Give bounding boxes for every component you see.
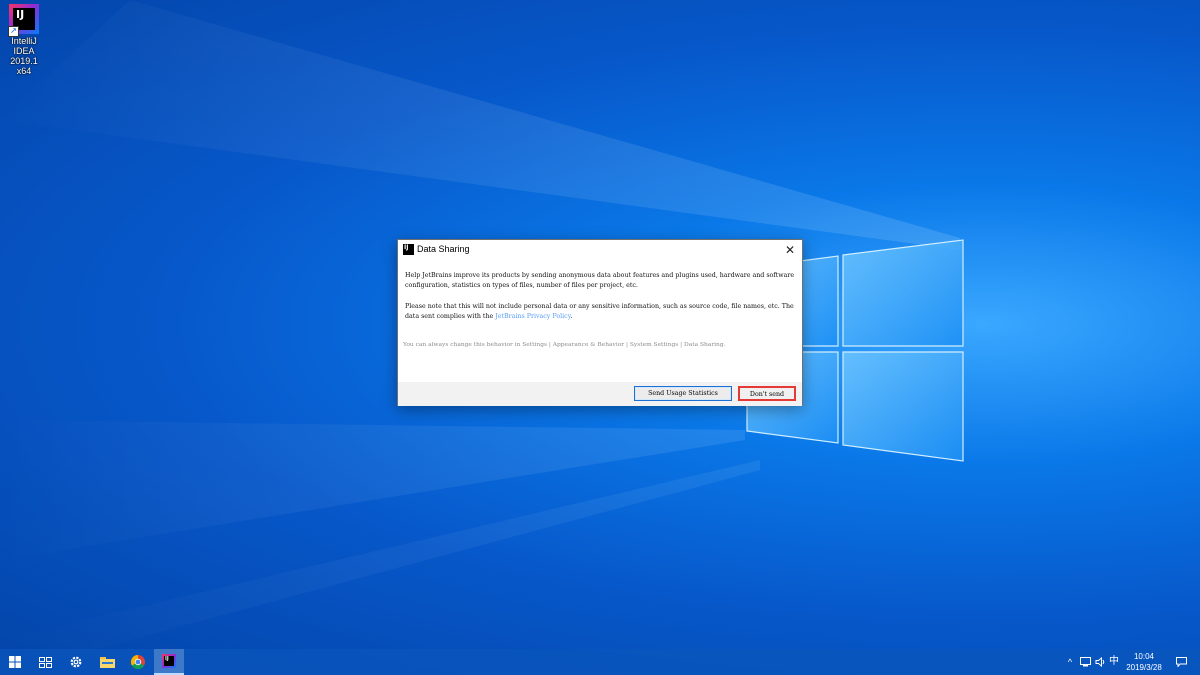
- clock-date: 2019/3/28: [1126, 663, 1162, 672]
- desktop: IJ ↗ IntelliJ IDEA 2019.1 x64 IJ Data Sh…: [0, 0, 1200, 675]
- intellij-icon: IJ: [162, 654, 176, 668]
- task-view-icon: [38, 656, 52, 668]
- notification-icon[interactable]: [1172, 649, 1190, 675]
- network-icon[interactable]: [1078, 649, 1092, 675]
- dialog-paragraph-2: Please note that this will not include p…: [405, 303, 794, 320]
- windows-logo-icon: [9, 656, 21, 668]
- desktop-icon-label: IntelliJ IDEA 2019.1 x64: [10, 36, 38, 76]
- start-button[interactable]: [0, 649, 30, 675]
- dialog-paragraph-1: Help JetBrains improve its products by s…: [405, 272, 795, 289]
- settings-hint: You can always change this behavior in S…: [403, 342, 726, 348]
- taskbar-clock[interactable]: 10:04 2019/3/28: [1122, 651, 1166, 673]
- intellij-icon: IJ: [403, 244, 414, 255]
- file-explorer-button[interactable]: [92, 649, 122, 675]
- dialog-titlebar[interactable]: IJ Data Sharing ✕: [398, 240, 802, 260]
- intellij-taskbar-button[interactable]: IJ: [154, 649, 184, 675]
- clock-time: 10:04: [1133, 652, 1155, 661]
- data-sharing-dialog: IJ Data Sharing ✕ Help JetBrains improve…: [397, 239, 803, 406]
- desktop-icon-intellij[interactable]: IJ ↗ IntelliJ IDEA 2019.1 x64: [2, 4, 46, 76]
- shortcut-arrow-icon: ↗: [8, 26, 19, 37]
- chrome-button[interactable]: [123, 649, 153, 675]
- task-view-button[interactable]: [30, 649, 60, 675]
- folder-icon: [99, 657, 115, 668]
- chrome-icon: [131, 655, 145, 669]
- close-icon[interactable]: ✕: [781, 241, 799, 259]
- send-usage-statistics-button[interactable]: Send Usage Statistics: [634, 386, 732, 401]
- privacy-policy-link[interactable]: JetBrains Privacy Policy: [495, 313, 570, 320]
- settings-taskbar-button[interactable]: [61, 649, 91, 675]
- dialog-title: Data Sharing: [417, 244, 470, 254]
- dialog-footer: Send Usage Statistics Don't send: [398, 382, 802, 406]
- gear-icon: [70, 656, 82, 668]
- dont-send-button[interactable]: Don't send: [738, 386, 796, 401]
- tray-chevron-icon[interactable]: ^: [1064, 649, 1076, 675]
- taskbar: IJ ^ 中 10:04 2019/3/28: [0, 649, 1200, 675]
- volume-icon[interactable]: [1093, 649, 1107, 675]
- ime-indicator[interactable]: 中: [1107, 649, 1121, 675]
